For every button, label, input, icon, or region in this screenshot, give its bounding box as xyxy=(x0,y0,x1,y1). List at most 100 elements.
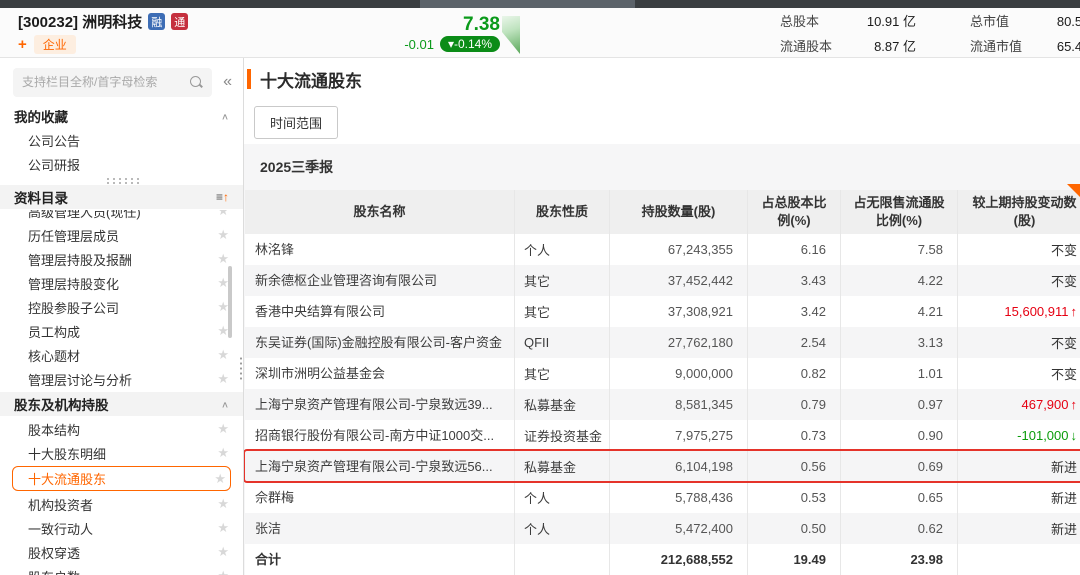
chevron-up-icon[interactable]: ∧ xyxy=(221,111,229,121)
sidebar-item[interactable]: 机构投资者★ xyxy=(0,492,243,516)
cell-pct-float: 0.90 xyxy=(841,420,958,451)
star-icon[interactable]: ★ xyxy=(217,544,229,560)
sidebar-item[interactable]: 公司研报 xyxy=(0,152,243,176)
holders-section-header[interactable]: 股东及机构持股 ∧ xyxy=(0,392,243,416)
table-row[interactable]: 林洺锋个人67,243,3556.167.58不变 xyxy=(245,234,1080,265)
cell-pct-total: 0.79 xyxy=(748,389,841,420)
cell-pct-total: 0.56 xyxy=(748,451,841,482)
time-range-button[interactable]: 时间范围 xyxy=(254,106,338,139)
sidebar-item[interactable]: 核心题材 ★ xyxy=(0,343,243,367)
sidebar-item-selected[interactable]: 十大流通股东★ xyxy=(12,466,231,491)
down-flag-icon xyxy=(502,16,520,54)
corner-marker-icon[interactable] xyxy=(1067,184,1080,197)
price-change-percent: ▾-0.14% xyxy=(440,36,500,52)
table-row[interactable]: 上海宁泉资产管理有限公司-宁泉致远39...私募基金8,581,3450.790… xyxy=(245,389,1080,420)
enterprise-tag[interactable]: 企业 xyxy=(34,35,76,54)
active-tab-strip[interactable] xyxy=(420,0,635,8)
star-icon[interactable]: ★ xyxy=(217,445,229,461)
chevron-up-icon[interactable]: ∧ xyxy=(221,399,229,409)
search-icon[interactable] xyxy=(190,76,203,89)
table-row[interactable]: 香港中央结算有限公司其它37,308,9213.424.2115,600,911… xyxy=(245,296,1080,327)
add-icon[interactable]: + xyxy=(18,37,27,52)
column-header: 持股数量(股) xyxy=(610,190,748,234)
sidebar-item[interactable]: 管理层持股及报酬 ★ xyxy=(0,247,243,271)
change-value: 467,900 xyxy=(1022,397,1069,412)
sidebar-item[interactable]: 十大股东明细★ xyxy=(0,441,243,465)
drag-handle-horizontal[interactable] xyxy=(105,177,139,184)
sidebar-item[interactable]: 股东户数★ xyxy=(0,564,243,575)
cell-change: 15,600,911↑ xyxy=(958,296,1080,327)
table-row[interactable]: 上海宁泉资产管理有限公司-宁泉致远56...私募基金6,104,1980.560… xyxy=(245,451,1080,482)
change-value: 不变 xyxy=(1051,364,1077,383)
change-value: 不变 xyxy=(1051,240,1077,259)
stat-value: 10.91 亿 xyxy=(844,11,916,30)
stat-item: 总市值80.52 亿 xyxy=(970,11,1080,30)
change-value: 新进 xyxy=(1051,457,1077,476)
app-window: [300232] 洲明科技 融 通 + 企业 7.38 -0.01 ▾-0.14… xyxy=(0,0,1080,575)
table-total-row[interactable]: 合计212,688,55219.4923.98 xyxy=(245,544,1080,575)
sidebar-item[interactable]: 股本结构 ★ xyxy=(0,417,243,441)
cell-shareholder-nature: 私募基金 xyxy=(515,451,610,482)
star-icon[interactable]: ★ xyxy=(217,347,229,363)
star-icon[interactable]: ★ xyxy=(217,421,229,437)
stat-item: 流通市值65.46 亿 xyxy=(970,36,1080,55)
sidebar-item[interactable]: 公司公告 xyxy=(0,128,243,152)
favorites-section-header[interactable]: 我的收藏 ∧ xyxy=(0,104,243,128)
table-row[interactable]: 东吴证券(国际)金融控股有限公司-客户资金QFII27,762,1802.543… xyxy=(245,327,1080,358)
sidebar-scrollbar-thumb[interactable] xyxy=(228,266,232,338)
star-icon[interactable]: ★ xyxy=(217,210,229,219)
sidebar-item-label: 管理层持股及报酬 xyxy=(28,250,132,269)
sidebar-item[interactable]: 管理层讨论与分析★ xyxy=(0,367,243,391)
table-row[interactable]: 招商银行股份有限公司-南方中证1000交...证券投资基金7,975,2750.… xyxy=(245,420,1080,451)
star-icon[interactable]: ★ xyxy=(217,496,229,512)
sidebar-item[interactable]: 管理层持股变化★ xyxy=(0,271,243,295)
stat-label: 总股本 xyxy=(780,11,844,30)
sidebar-item[interactable]: 股权穿透★ xyxy=(0,540,243,564)
sidebar-item[interactable]: 一致行动人★ xyxy=(0,516,243,540)
sidebar-item[interactable]: 控股参股子公司★ xyxy=(0,295,243,319)
cell-shareholder-nature: 证券投资基金 xyxy=(515,420,610,451)
cell-pct-float: 0.97 xyxy=(841,389,958,420)
price-change: -0.01 xyxy=(404,37,434,52)
cell-change: 不变 xyxy=(958,234,1080,265)
cell-shareholder-nature xyxy=(515,544,610,575)
star-icon[interactable]: ★ xyxy=(217,371,229,387)
collapse-sidebar-icon[interactable]: « xyxy=(218,73,237,91)
sidebar-item-label: 控股参股子公司 xyxy=(28,298,119,317)
sort-icon[interactable]: ≡↑ xyxy=(216,190,229,204)
catalog-section-header[interactable]: 资料目录 ≡↑ xyxy=(0,185,243,209)
cell-change: 新进 xyxy=(958,451,1080,482)
star-icon[interactable]: ★ xyxy=(217,520,229,536)
title-accent-bar xyxy=(247,69,251,89)
cell-shareholder-nature: 其它 xyxy=(515,296,610,327)
sidebar-item-label: 核心题材 xyxy=(28,346,80,365)
cell-change: 新进 xyxy=(958,482,1080,513)
search-input[interactable] xyxy=(22,75,190,89)
table-row[interactable]: 新余德枢企业管理咨询有限公司其它37,452,4423.434.22不变 xyxy=(245,265,1080,296)
cell-shares: 67,243,355 xyxy=(610,234,748,265)
star-icon[interactable]: ★ xyxy=(217,251,229,267)
cell-shares: 37,308,921 xyxy=(610,296,748,327)
sidebar-item[interactable]: 历任管理层成员★ xyxy=(0,223,243,247)
stock-identity: [300232] 洲明科技 融 通 + 企业 xyxy=(18,11,188,54)
cell-change: 不变 xyxy=(958,265,1080,296)
sidebar-item[interactable]: 员工构成★ xyxy=(0,319,243,343)
cell-pct-float: 4.22 xyxy=(841,265,958,296)
star-icon[interactable]: ★ xyxy=(217,227,229,243)
price-block: 7.38 -0.01 ▾-0.14% xyxy=(352,14,500,52)
table-row[interactable]: 深圳市洲明公益基金会其它9,000,0000.821.01不变 xyxy=(245,358,1080,389)
sidebar-search[interactable] xyxy=(13,68,212,97)
cell-pct-total: 6.16 xyxy=(748,234,841,265)
star-icon[interactable]: ★ xyxy=(214,471,226,487)
cell-change: 新进 xyxy=(958,513,1080,544)
sidebar-item-label: 股本结构 xyxy=(28,420,80,439)
stat-value: 65.46 亿 xyxy=(1034,36,1080,55)
stat-value: 8.87 亿 xyxy=(844,36,916,55)
table-row[interactable]: 佘群梅个人5,788,4360.530.65新进 xyxy=(245,482,1080,513)
holders-list: 股本结构★十大股东明细★十大流通股东★机构投资者★一致行动人★股权穿透★股东户数… xyxy=(0,417,243,575)
cell-shareholder-nature: 其它 xyxy=(515,265,610,296)
star-icon[interactable]: ★ xyxy=(217,568,229,575)
table-row[interactable]: 张洁个人5,472,4000.500.62新进 xyxy=(245,513,1080,544)
stat-item: 流通股本8.87 亿 xyxy=(780,36,916,55)
sidebar-item[interactable]: 高级管理人员(现任)★ xyxy=(0,210,243,223)
